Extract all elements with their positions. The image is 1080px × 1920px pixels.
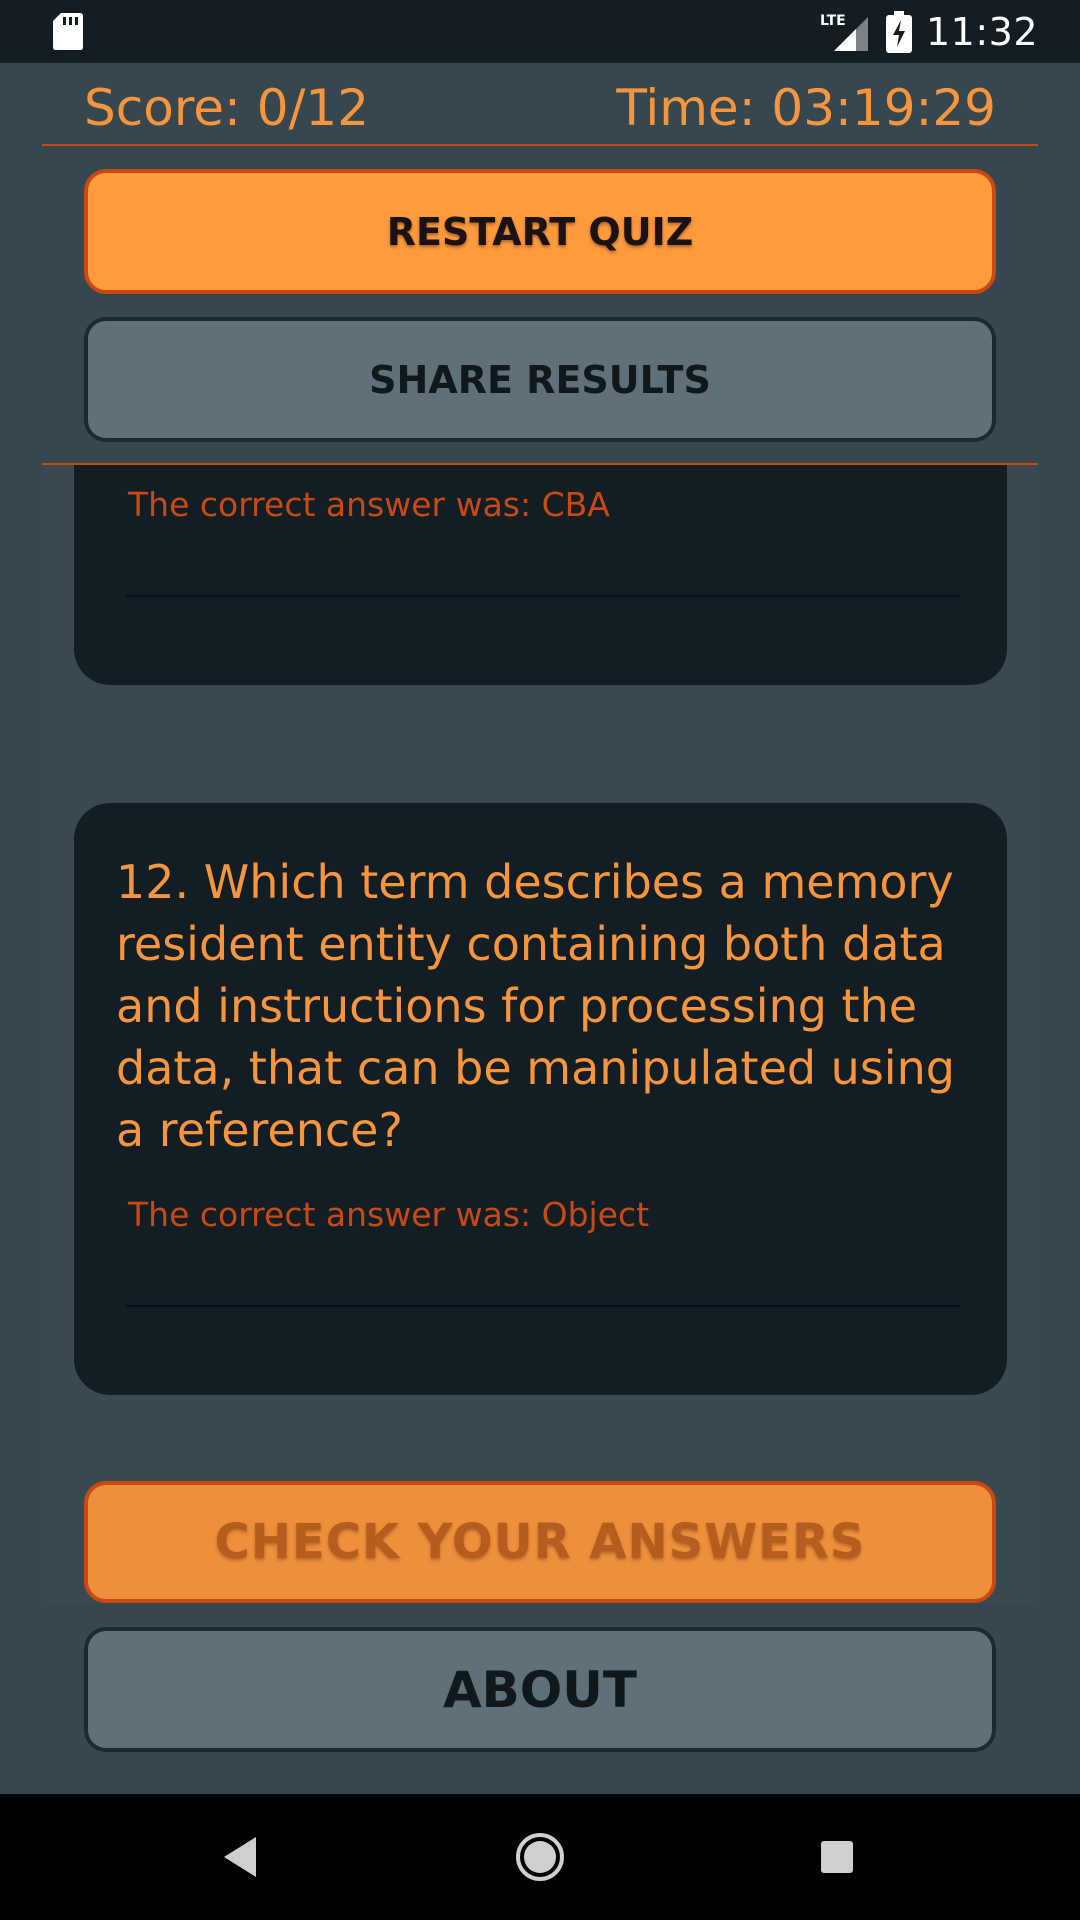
question-text: 12. Which term describes a memory reside… — [116, 855, 955, 1157]
quiz-header: Score: 0/12 Time: 03:19:29 — [42, 63, 1038, 145]
navigation-bar — [0, 1794, 1080, 1920]
share-results-button[interactable]: SHARE RESULTS — [84, 317, 996, 442]
about-button[interactable]: ABOUT — [84, 1627, 996, 1752]
timer-label: Time: 03:19:29 — [616, 79, 996, 137]
correct-answer-text: The correct answer was: Object — [128, 1195, 650, 1234]
restart-quiz-button[interactable]: RESTART QUIZ — [84, 169, 996, 294]
sd-card-icon — [53, 13, 83, 50]
question-card: The correct answer was: CBA — [74, 465, 1007, 685]
home-button[interactable] — [490, 1794, 590, 1920]
correct-answer-text: The correct answer was: CBA — [128, 485, 610, 524]
check-answers-button[interactable]: CHECK YOUR ANSWERS — [84, 1481, 996, 1603]
lte-signal-icon: LTE — [820, 13, 868, 51]
home-icon — [516, 1833, 564, 1881]
back-icon — [224, 1837, 256, 1877]
header-divider — [42, 144, 1038, 146]
status-time: 11:32 — [925, 9, 1038, 54]
question-card: 12. Which term describes a memory reside… — [74, 803, 1007, 1395]
recents-button[interactable] — [787, 1794, 887, 1920]
battery-charging-icon — [885, 10, 912, 53]
results-list[interactable]: The correct answer was: CBA 12. Which te… — [42, 465, 1038, 1603]
answer-field-underline — [126, 1305, 960, 1307]
back-button[interactable] — [190, 1794, 290, 1920]
answer-field-underline — [126, 595, 960, 597]
recents-icon — [821, 1841, 853, 1873]
svg-text:LTE: LTE — [820, 13, 846, 29]
status-bar: LTE 11:32 — [0, 0, 1080, 63]
score-label: Score: 0/12 — [84, 79, 370, 137]
